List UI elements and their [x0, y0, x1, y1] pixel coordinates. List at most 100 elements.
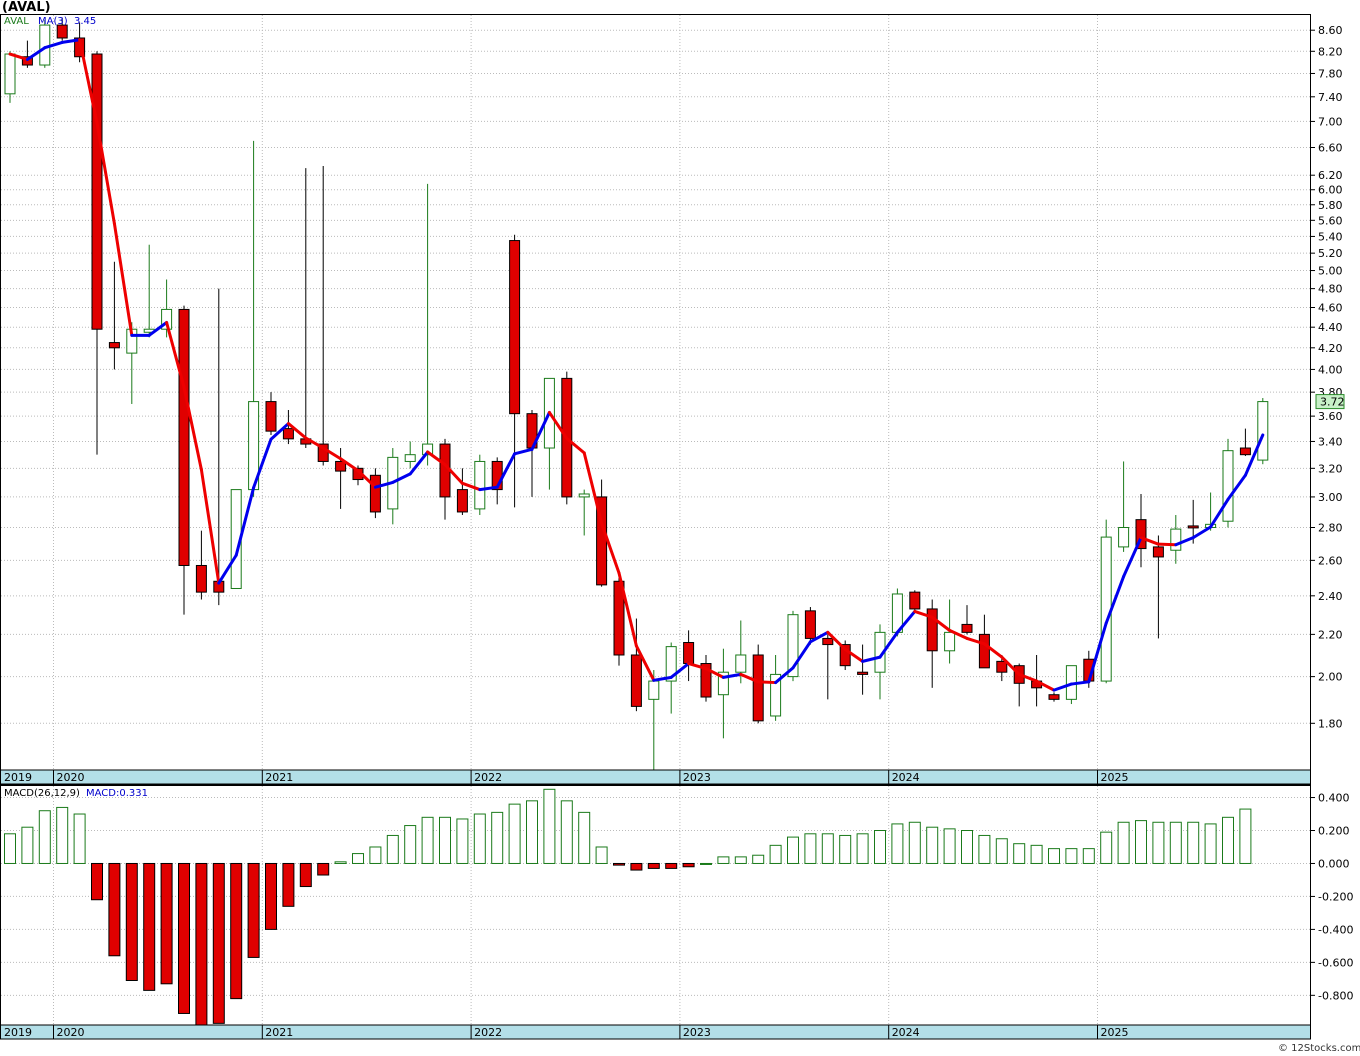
macd-bar-positive	[1135, 820, 1147, 864]
candle-body-up	[1257, 401, 1269, 461]
price-tick-label: 5.40	[1318, 230, 1343, 243]
price-tick-label: 5.20	[1318, 247, 1343, 260]
candle	[1257, 398, 1269, 465]
macd-bar-negative	[160, 862, 173, 985]
macd-bar-positive	[543, 788, 556, 864]
price-tick-label: 5.60	[1318, 214, 1343, 227]
candle-body-down	[804, 610, 816, 639]
candle-body-up	[404, 454, 416, 462]
candle	[1222, 438, 1234, 528]
macd-bar-positive	[1013, 843, 1026, 864]
macd-bar-positive	[1030, 844, 1043, 864]
price-tick-label: 8.60	[1318, 24, 1343, 37]
macd-bar-positive	[717, 856, 730, 864]
macd-bar-positive	[38, 810, 51, 864]
candle-body-down	[683, 642, 695, 665]
year-label: 2021	[265, 771, 293, 784]
year-label: 2023	[683, 771, 711, 784]
chart-title: (AVAL)	[2, 0, 51, 15]
macd-bar-negative	[178, 862, 190, 1014]
macd-bar-positive	[4, 833, 16, 864]
year-label: 2021	[265, 1026, 293, 1039]
year-label: 2025	[1101, 771, 1129, 784]
candle	[39, 20, 51, 68]
macd-bar-positive	[386, 834, 399, 864]
macd-bar-positive	[421, 816, 434, 864]
candle-body-down	[108, 342, 120, 349]
candle-body-up	[1222, 450, 1234, 522]
price-legend: AVAL MA(3) 3.45	[4, 16, 96, 27]
macd-bar-positive	[1169, 821, 1182, 864]
macd-bar-positive	[804, 833, 817, 864]
candle-body-up	[4, 53, 16, 95]
price-tick-label: 2.60	[1318, 554, 1343, 567]
price-tick-label: 4.00	[1318, 363, 1343, 376]
candle-body-up	[735, 654, 747, 673]
year-label: 2024	[892, 1026, 920, 1039]
candle-body-down	[265, 401, 277, 432]
candle-body-down	[857, 671, 869, 675]
macd-bar-negative	[195, 862, 208, 1026]
macd-bar-negative	[265, 862, 277, 930]
candle-body-down	[822, 637, 834, 646]
candle-body-down	[509, 240, 521, 415]
candle-body-up	[648, 680, 660, 700]
price-tick-label: 1.80	[1318, 717, 1343, 730]
ma-segment-down	[1156, 542, 1178, 547]
macd-bar-positive	[560, 800, 573, 864]
year-label: 2023	[683, 1026, 711, 1039]
macd-bar-positive	[787, 836, 799, 864]
candle-body-up	[1118, 526, 1130, 548]
candle	[752, 644, 764, 724]
price-tick-label: 7.80	[1318, 67, 1343, 80]
macd-bar-positive	[700, 862, 712, 865]
macd-bar-positive	[1065, 848, 1078, 864]
price-tick-label: 3.40	[1318, 435, 1343, 448]
candle-body-down	[630, 654, 642, 707]
price-tick-label: 4.20	[1318, 342, 1343, 355]
candle-body-up	[474, 460, 486, 510]
macd-tick-label: -0.400	[1318, 923, 1353, 936]
macd-bar-negative	[682, 862, 695, 868]
year-label: 2019	[4, 1026, 32, 1039]
year-label: 2022	[474, 1026, 502, 1039]
price-tick-label: 6.20	[1318, 169, 1343, 182]
legend-ma-label: MA(3)	[38, 16, 68, 27]
candle-body-down	[909, 591, 921, 610]
macd-bar-positive	[456, 818, 469, 864]
macd-bar-positive	[874, 830, 886, 864]
year-label: 2025	[1101, 1026, 1129, 1039]
candle-body-down	[282, 428, 294, 440]
macd-bar-positive	[839, 834, 852, 864]
macd-bar-positive	[21, 826, 34, 864]
candle	[1100, 519, 1112, 684]
candle-body-down	[1152, 546, 1164, 558]
legend-ma-value: 3.45	[74, 16, 96, 27]
candle-body-up	[39, 24, 51, 66]
last-price-label: 3.72	[1320, 396, 1345, 409]
macd-bar-negative	[108, 862, 121, 957]
candle	[369, 468, 381, 519]
macd-bar-positive	[1222, 816, 1234, 864]
candle	[909, 590, 921, 611]
macd-bar-negative	[665, 862, 678, 869]
candle-body-down	[961, 623, 973, 633]
candle-body-down	[195, 564, 207, 593]
macd-legend-value: MACD:0.331	[86, 788, 148, 799]
macd-tick-label: -0.800	[1318, 989, 1353, 1002]
price-tick-label: 5.80	[1318, 199, 1343, 212]
macd-tick-label: 0.400	[1318, 792, 1350, 805]
macd-bar-negative	[212, 862, 225, 1024]
candle-body-down	[56, 24, 68, 39]
candle-body-down	[752, 654, 764, 722]
macd-bar-positive	[1187, 821, 1200, 864]
price-tick-label: 2.80	[1318, 521, 1343, 534]
macd-bar-positive	[943, 828, 956, 864]
price-tick-label: 4.60	[1318, 301, 1343, 314]
price-tick-label: 3.00	[1318, 491, 1343, 504]
macd-bar-positive	[734, 856, 747, 864]
macd-bar-negative	[647, 862, 660, 869]
macd-bar-positive	[961, 830, 973, 864]
candle-body-up	[578, 493, 590, 498]
macd-bar-positive	[1239, 808, 1252, 864]
